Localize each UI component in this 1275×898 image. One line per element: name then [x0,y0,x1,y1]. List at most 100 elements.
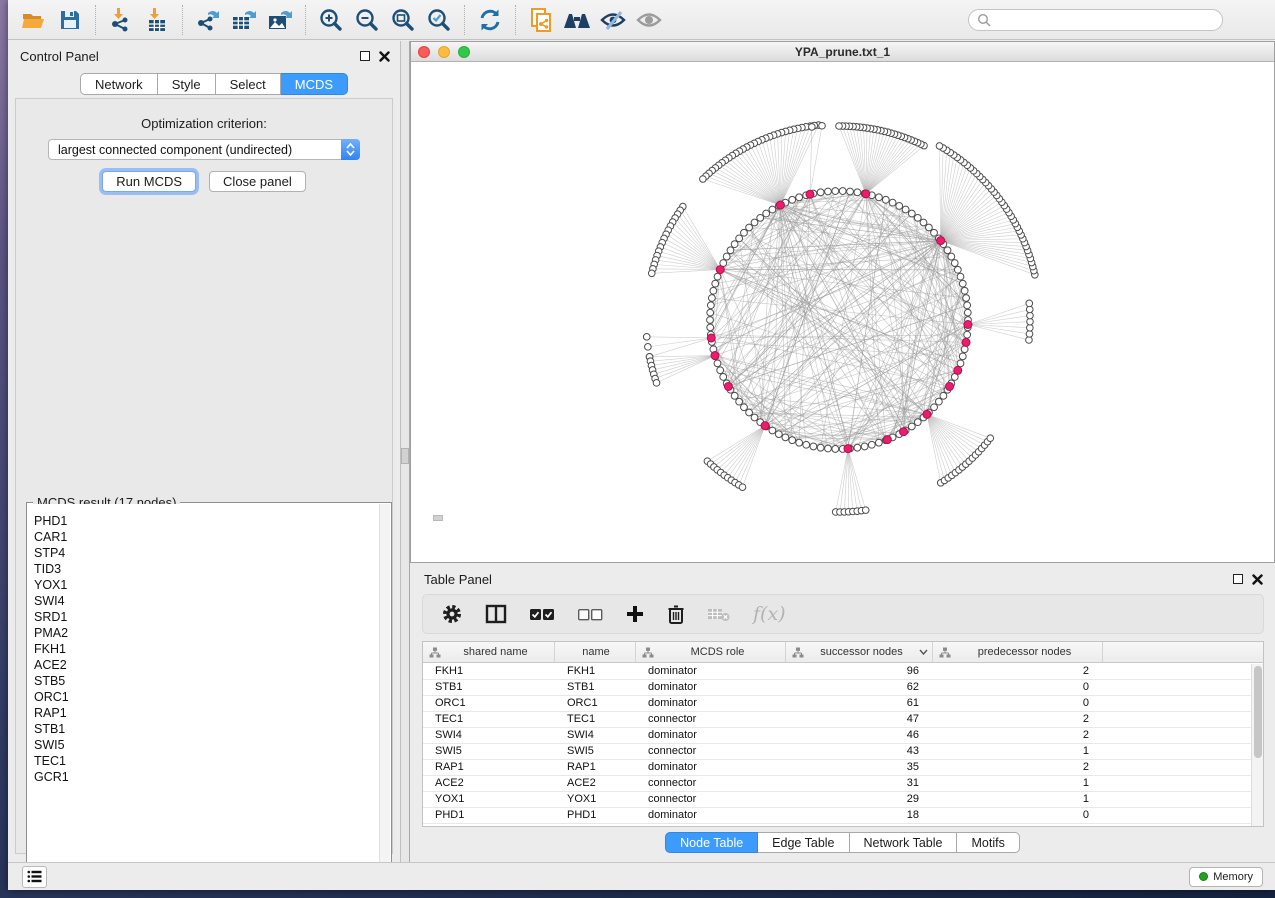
table-row[interactable]: FKH1FKH1dominator962 [423,664,1251,680]
table-row[interactable]: STB1STB1dominator620 [423,680,1251,696]
ring-node[interactable] [769,427,776,434]
ring-node[interactable] [931,404,938,411]
ring-node[interactable] [712,280,719,287]
mcds-hub-node[interactable] [862,190,870,198]
ring-node[interactable] [727,247,734,254]
ring-node[interactable] [908,210,915,217]
ring-node[interactable] [751,414,758,421]
mcds-result-item[interactable]: ACE2 [28,657,379,673]
leaf-node[interactable] [643,334,650,341]
ring-node[interactable] [854,444,861,451]
delete-column-icon[interactable] [667,604,685,625]
ring-node[interactable] [854,189,861,196]
ring-node[interactable] [926,224,933,231]
leaf-node[interactable] [809,124,816,131]
ring-node[interactable] [731,392,738,399]
criterion-dropdown[interactable]: largest connected component (undirected) [48,139,360,160]
table-row[interactable]: ORC1ORC1dominator610 [423,696,1251,712]
mcds-hub-node[interactable] [946,382,954,390]
table-row[interactable]: RAP1RAP1dominator352 [423,760,1251,776]
ring-node[interactable] [935,398,942,405]
ring-node[interactable] [817,189,824,196]
ring-node[interactable] [964,302,971,309]
table-scrollbar-thumb[interactable] [1254,666,1262,758]
ring-node[interactable] [763,210,770,217]
ring-node[interactable] [757,214,764,221]
leaf-node[interactable] [862,507,869,514]
toggle-columns-icon[interactable] [485,604,507,624]
horizontal-splitter-handle[interactable] [433,515,443,521]
mcds-hub-node[interactable] [707,334,715,342]
ring-node[interactable] [920,219,927,226]
ring-node[interactable] [714,360,721,367]
mcds-result-item[interactable]: RAP1 [28,705,379,721]
ring-node[interactable] [951,260,958,267]
tab-mcds[interactable]: MCDS [281,73,348,95]
mcds-result-item[interactable]: CAR1 [28,529,379,545]
mcds-result-item[interactable]: TID3 [28,561,379,577]
table-row[interactable]: TEC1TEC1connector472 [423,712,1251,728]
ring-node[interactable] [957,360,964,367]
ring-node[interactable] [723,253,730,260]
save-icon[interactable] [52,4,88,36]
ring-node[interactable] [882,196,889,203]
table-row[interactable]: SWI4SWI4dominator462 [423,728,1251,744]
leaf-node[interactable] [648,270,655,277]
ring-node[interactable] [796,439,803,446]
float-table-panel-icon[interactable] [1233,574,1243,584]
ring-node[interactable] [964,331,971,338]
zoom-out-icon[interactable] [349,4,385,36]
ring-node[interactable] [839,188,846,195]
leaf-node[interactable] [836,123,843,130]
ring-node[interactable] [714,273,721,280]
mcds-hub-node[interactable] [900,428,908,436]
ring-node[interactable] [889,199,896,206]
ring-node[interactable] [825,188,832,195]
tab-edge-table[interactable]: Edge Table [758,832,849,853]
tab-select[interactable]: Select [216,73,281,95]
leaf-node[interactable] [1027,324,1034,331]
leaf-node[interactable] [1027,312,1034,319]
select-all-icon[interactable] [529,607,555,621]
ring-node[interactable] [707,302,714,309]
gear-icon[interactable] [441,603,463,625]
ring-node[interactable] [940,392,947,399]
ring-node[interactable] [914,214,921,221]
ring-node[interactable] [720,374,727,381]
mcds-result-item[interactable]: GCR1 [28,769,379,785]
deselect-all-icon[interactable] [577,607,603,621]
tab-motifs[interactable]: Motifs [957,832,1019,853]
run-mcds-button[interactable]: Run MCDS [102,171,196,192]
ring-node[interactable] [948,253,955,260]
ring-node[interactable] [782,434,789,441]
ring-node[interactable] [789,437,796,444]
mcds-result-item[interactable]: TEC1 [28,753,379,769]
close-table-panel-icon[interactable] [1252,574,1263,585]
mcds-result-item[interactable]: PMA2 [28,625,379,641]
mcds-list-scrollbar[interactable] [379,504,390,872]
export-network-icon[interactable] [190,4,226,36]
ring-node[interactable] [736,235,743,242]
ring-node[interactable] [769,206,776,213]
mcds-result-item[interactable]: STB1 [28,721,379,737]
add-column-icon[interactable] [625,604,645,624]
mcds-hub-node[interactable] [711,352,719,360]
tab-network-table[interactable]: Network Table [850,832,958,853]
mcds-hub-node[interactable] [962,338,970,346]
column-header-successor-nodes[interactable]: successor nodes [786,642,933,662]
delete-table-icon[interactable] [707,606,731,622]
mcds-hub-node[interactable] [954,366,962,374]
leaf-node[interactable] [1026,337,1033,344]
vertical-splitter[interactable] [400,41,410,862]
ring-node[interactable] [817,444,824,451]
ring-node[interactable] [902,206,909,213]
ring-node[interactable] [717,367,724,374]
ring-node[interactable] [736,398,743,405]
mcds-hub-node[interactable] [844,445,852,453]
first-neighbors-icon[interactable] [559,4,595,36]
leaf-node[interactable] [1026,331,1033,338]
leaf-node[interactable] [645,344,652,351]
hide-graphics-details-icon[interactable] [595,4,631,36]
tab-network[interactable]: Network [80,73,158,95]
mcds-hub-node[interactable] [923,410,931,418]
